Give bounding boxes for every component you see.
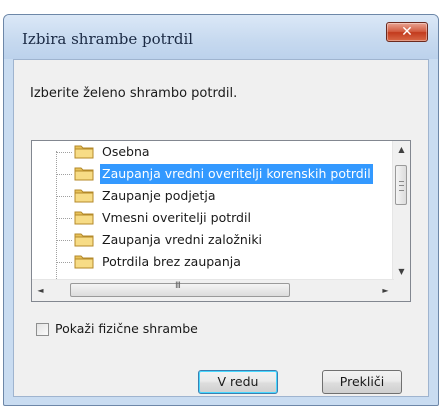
folder-icon bbox=[74, 145, 94, 159]
tree-connector bbox=[56, 196, 72, 197]
tree-item-label: Zaupanje podjetja bbox=[102, 188, 216, 203]
folder-icon bbox=[74, 255, 94, 269]
title-bar[interactable]: Izbira shrambe potrdil ✕ bbox=[4, 15, 438, 59]
ok-button[interactable]: V redu bbox=[198, 370, 278, 394]
tree-connector bbox=[56, 152, 72, 153]
grip-icon: III bbox=[175, 281, 181, 291]
tree-connector bbox=[56, 218, 72, 219]
horizontal-scrollbar[interactable]: ◄ III ► bbox=[32, 279, 394, 301]
scroll-right-arrow-icon[interactable]: ► bbox=[377, 280, 394, 301]
tree-item-trusted-publishers[interactable]: Zaupanja vredni založniki bbox=[32, 229, 394, 251]
scroll-up-arrow-icon[interactable]: ▲ bbox=[393, 141, 410, 158]
tree-connector bbox=[56, 262, 72, 263]
horizontal-scroll-thumb[interactable]: III bbox=[70, 281, 290, 297]
vertical-scrollbar[interactable]: ▲ ▼ bbox=[392, 141, 410, 280]
folder-icon bbox=[74, 233, 94, 247]
scrollbar-corner bbox=[393, 280, 410, 301]
store-tree[interactable]: Osebna Zaupanja vredni overitelji korens… bbox=[31, 140, 411, 302]
tree-item-intermediate-ca[interactable]: Vmesni overitelji potrdil bbox=[32, 207, 394, 229]
tree-items: Osebna Zaupanja vredni overitelji korens… bbox=[32, 141, 394, 280]
tree-connector bbox=[56, 174, 72, 175]
dialog-window: Izbira shrambe potrdil ✕ Izberite želeno… bbox=[3, 14, 439, 406]
vertical-scroll-thumb[interactable] bbox=[395, 165, 407, 205]
window-title: Izbira shrambe potrdil bbox=[22, 30, 194, 48]
prompt-text: Izberite želeno shrambo potrdil. bbox=[30, 86, 238, 101]
tree-item-label: Zaupanja vredni overitelji korenskih pot… bbox=[100, 164, 373, 184]
tree-item-trusted-root[interactable]: Zaupanja vredni overitelji korenskih pot… bbox=[32, 163, 394, 185]
close-button[interactable]: ✕ bbox=[386, 22, 428, 42]
tree-item-enterprise-trust[interactable]: Zaupanje podjetja bbox=[32, 185, 394, 207]
folder-icon bbox=[74, 211, 94, 225]
cancel-button[interactable]: Prekliči bbox=[322, 370, 402, 394]
folder-icon bbox=[74, 167, 94, 181]
show-physical-stores-checkbox[interactable] bbox=[36, 323, 49, 336]
tree-item-untrusted[interactable]: Potrdila brez zaupanja bbox=[32, 251, 394, 273]
close-icon: ✕ bbox=[401, 24, 413, 40]
show-physical-stores-label[interactable]: Pokaži fizične shrambe bbox=[55, 321, 198, 336]
dialog-content: Izberite želeno shrambo potrdil. Osebna bbox=[13, 59, 429, 397]
tree-item-label: Osebna bbox=[102, 144, 150, 159]
scroll-left-arrow-icon[interactable]: ◄ bbox=[32, 280, 49, 301]
tree-item-osebna[interactable]: Osebna bbox=[32, 141, 394, 163]
tree-item-label: Potrdila brez zaupanja bbox=[102, 254, 241, 269]
folder-icon bbox=[74, 189, 94, 203]
grip-icon bbox=[399, 181, 404, 191]
scroll-down-arrow-icon[interactable]: ▼ bbox=[393, 263, 410, 280]
tree-connector bbox=[56, 240, 72, 241]
tree-item-label: Vmesni overitelji potrdil bbox=[102, 210, 251, 225]
tree-item-label: Zaupanja vredni založniki bbox=[102, 232, 263, 247]
